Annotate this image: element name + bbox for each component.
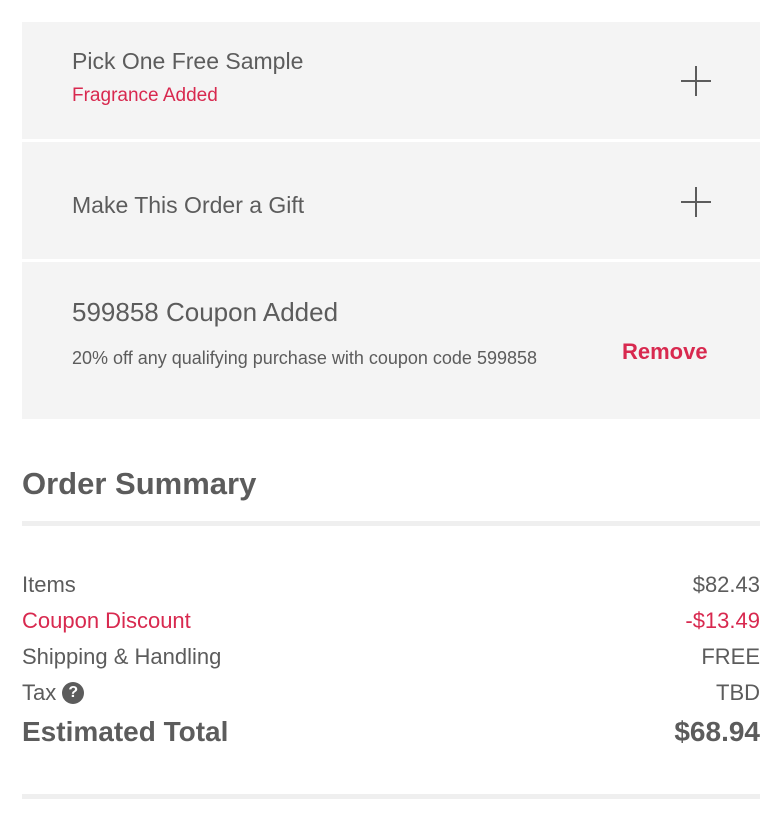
tax-value: TBD [716, 680, 760, 705]
summary-row-items: Items $82.43 [22, 572, 760, 598]
plus-icon[interactable] [681, 66, 711, 96]
coupon-title: 599858 Coupon Added [72, 297, 339, 327]
tax-label-group: Tax ? [22, 680, 85, 706]
coupon-discount-value: -$13.49 [685, 608, 760, 633]
free-sample-title: Pick One Free Sample [72, 48, 304, 74]
items-label: Items [22, 572, 76, 597]
summary-row-shipping: Shipping & Handling FREE [22, 644, 760, 670]
free-sample-panel[interactable]: Pick One Free Sample Fragrance Added [22, 22, 760, 139]
summary-row-total: Estimated Total $68.94 [22, 716, 760, 748]
shipping-value: FREE [701, 644, 760, 669]
shipping-label: Shipping & Handling [22, 644, 222, 669]
divider [22, 521, 760, 526]
gift-panel[interactable]: Make This Order a Gift [22, 142, 760, 259]
gift-title: Make This Order a Gift [72, 192, 305, 218]
remove-coupon-button[interactable]: Remove [622, 339, 708, 365]
summary-row-tax: Tax ? TBD [22, 680, 760, 706]
coupon-panel: 599858 Coupon Added 20% off any qualifyi… [22, 262, 760, 419]
summary-row-coupon-discount: Coupon Discount -$13.49 [22, 608, 760, 634]
divider [22, 794, 760, 799]
items-value: $82.43 [692, 572, 760, 597]
coupon-discount-label: Coupon Discount [22, 608, 191, 633]
help-icon[interactable]: ? [62, 682, 85, 704]
coupon-description: 20% off any qualifying purchase with cou… [72, 348, 538, 368]
tax-label: Tax [22, 680, 57, 705]
plus-icon[interactable] [681, 187, 711, 217]
free-sample-status: Fragrance Added [72, 85, 218, 106]
order-summary-title: Order Summary [22, 466, 257, 501]
estimated-total-label: Estimated Total [22, 716, 229, 747]
estimated-total-value: $68.94 [674, 716, 760, 747]
order-sidebar: Pick One Free Sample Fragrance Added Mak… [0, 0, 770, 834]
